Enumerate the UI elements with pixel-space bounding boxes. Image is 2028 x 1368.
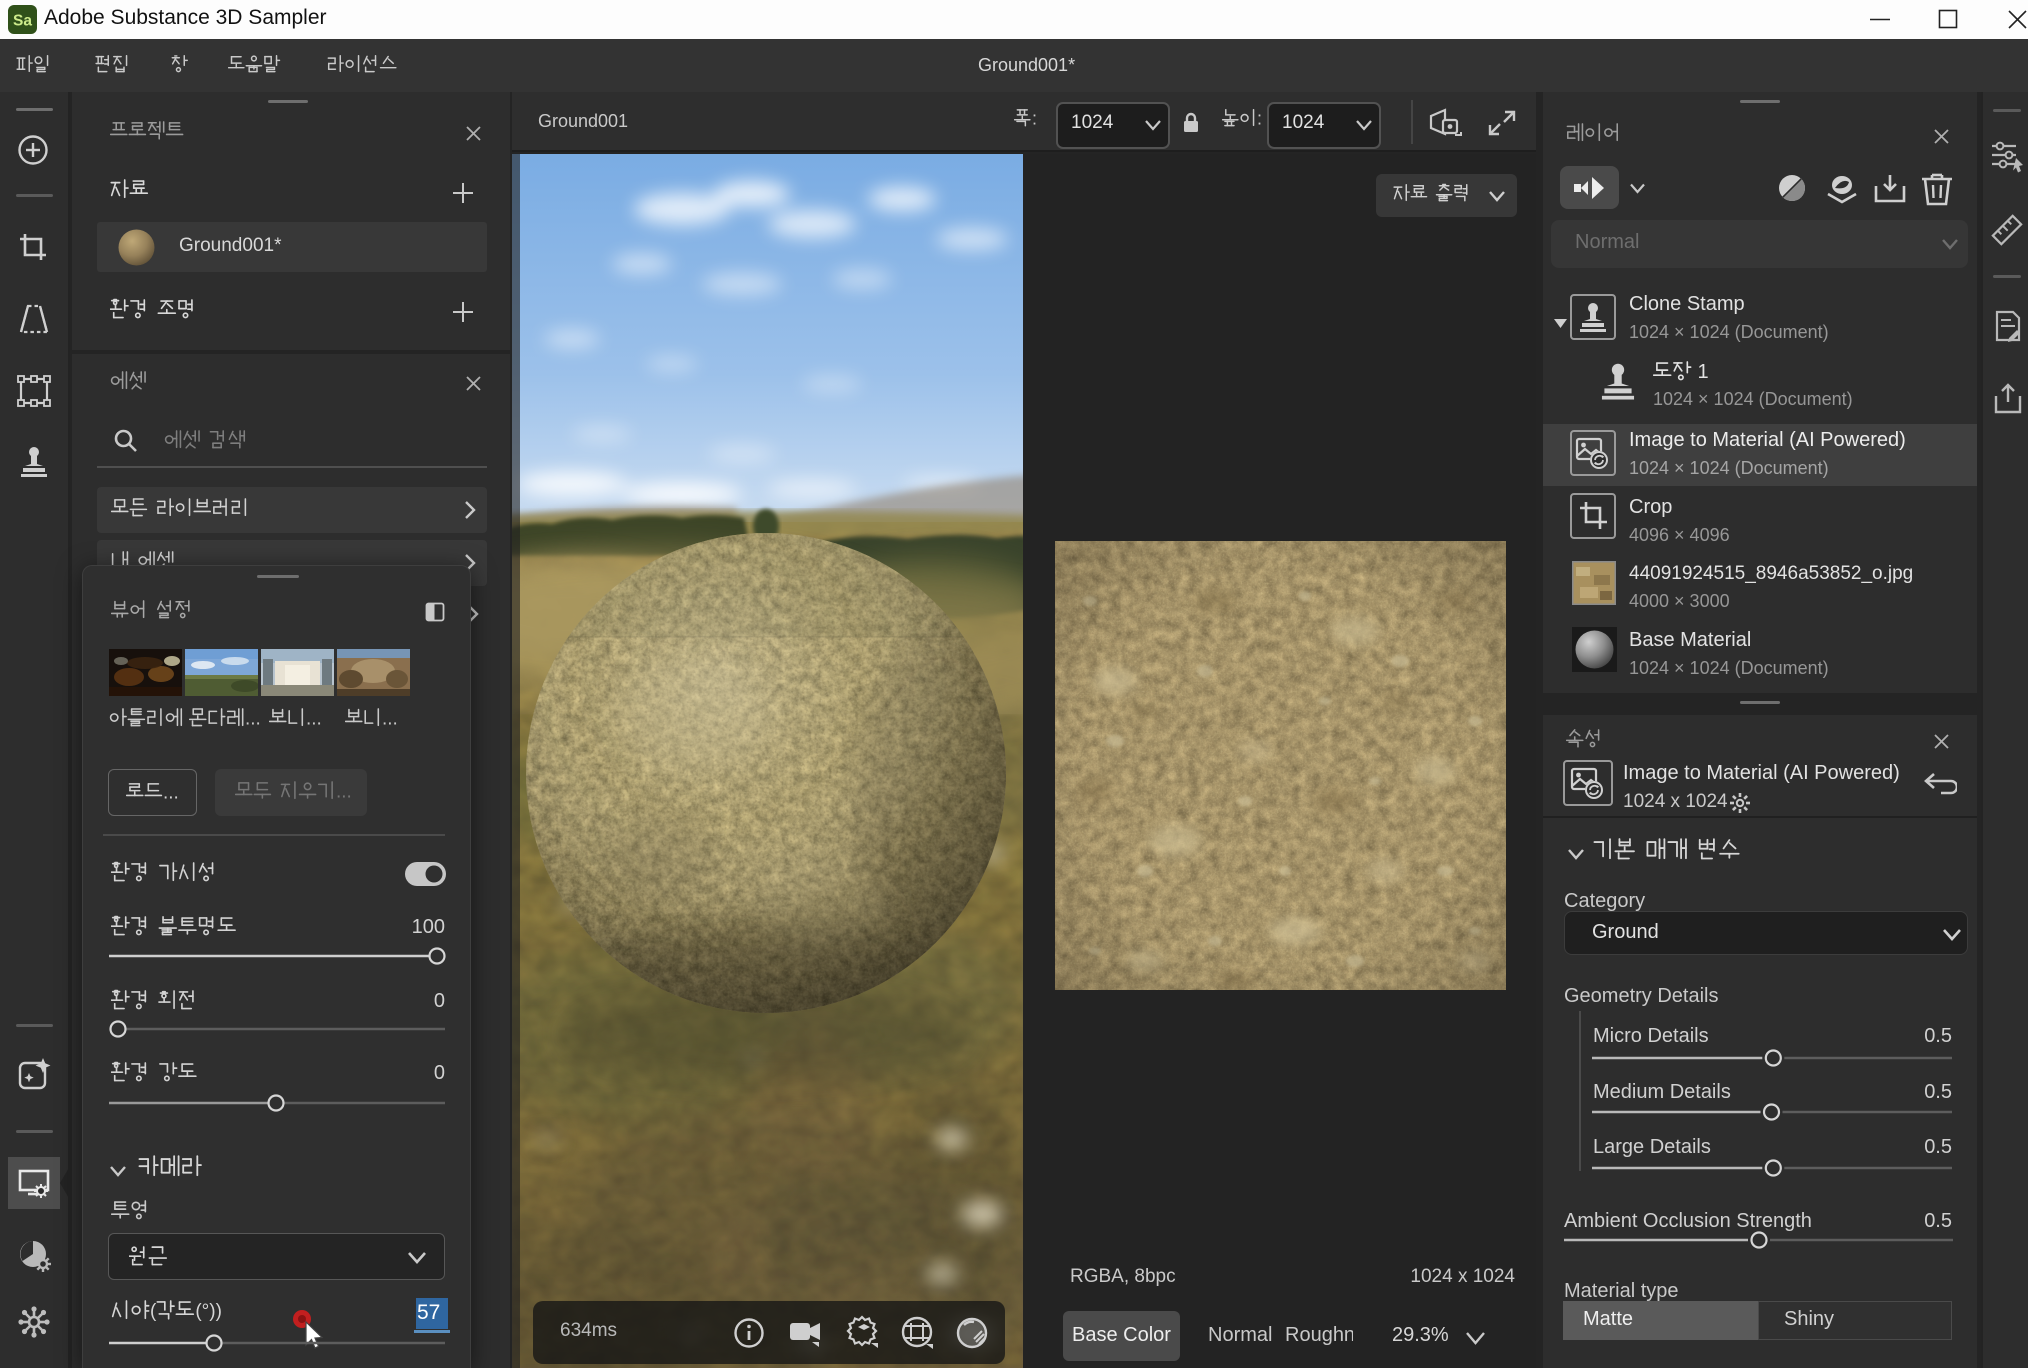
svg-text:Sa: Sa xyxy=(13,13,32,30)
